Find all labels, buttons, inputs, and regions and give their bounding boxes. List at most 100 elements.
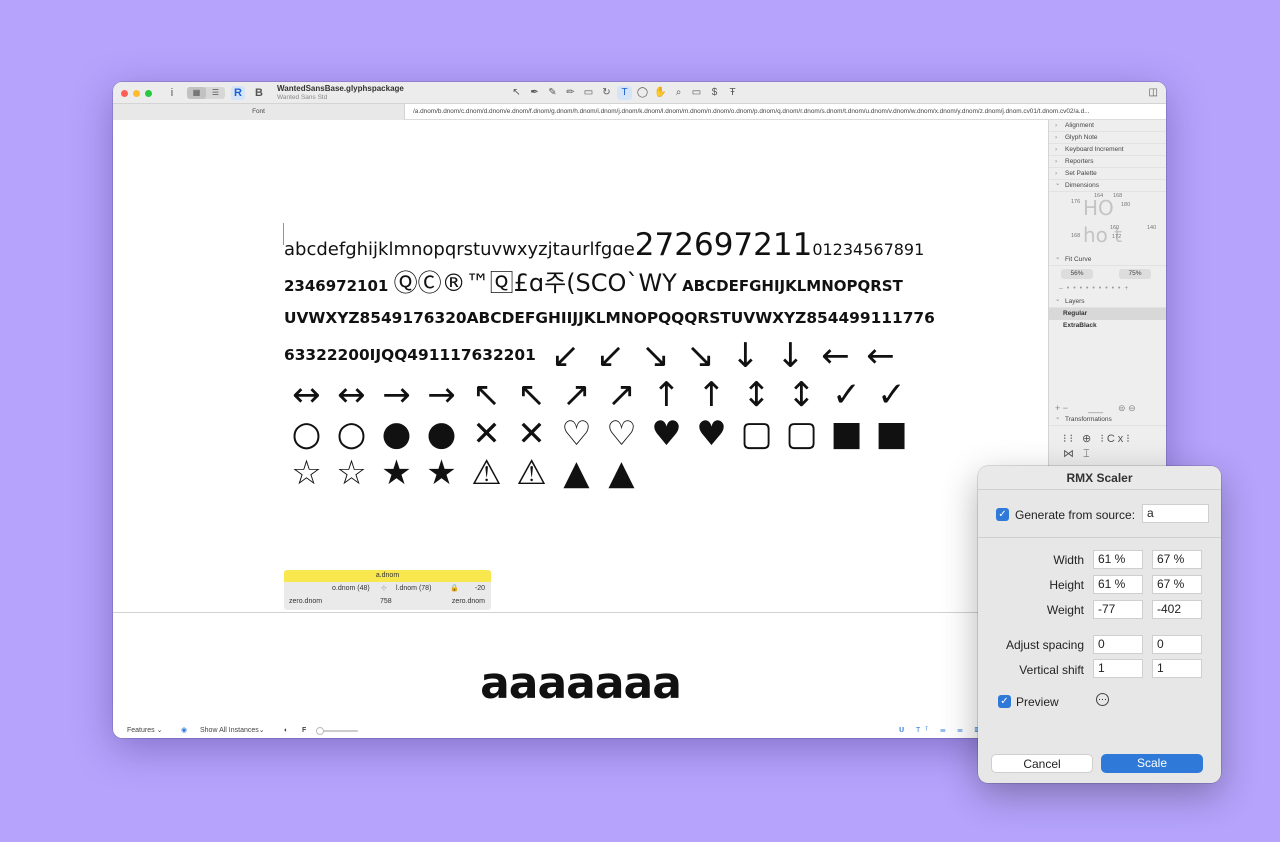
height-value-1[interactable]: 61 %: [1093, 575, 1143, 594]
fit-curve-presets[interactable]: – • • • • • • • • • +: [1059, 285, 1159, 292]
left-metrics-key[interactable]: zero.dnom: [289, 595, 322, 608]
spacing-value-1[interactable]: 0: [1093, 635, 1143, 654]
right-kerning[interactable]: l.dnom (78): [396, 582, 431, 595]
dim-value[interactable]: 180: [1121, 202, 1130, 208]
dim-value[interactable]: 160: [1110, 225, 1119, 231]
fit-high-value[interactable]: 75%: [1119, 269, 1151, 279]
arrow-down-left-icon: ↙: [551, 336, 580, 376]
preview-divider[interactable]: [113, 612, 1048, 613]
tab-edit-text[interactable]: /a.dnom/b.dnom/c.dnom/d.dnom/e.dnom/f.dn…: [413, 104, 1158, 120]
lock-icon[interactable]: 🔒: [450, 582, 459, 595]
circle-outline-icon: ○: [291, 414, 322, 454]
dim-value[interactable]: 164: [1094, 193, 1103, 199]
section-transformations[interactable]: Transformations: [1049, 412, 1166, 426]
width-value-2[interactable]: 67 %: [1152, 550, 1202, 569]
arrow-right-icon: →: [427, 375, 456, 415]
zoom-button[interactable]: [145, 90, 152, 97]
draw-tool-icon[interactable]: ✎: [545, 86, 560, 100]
right-metrics-key[interactable]: zero.dnom: [452, 595, 485, 608]
eye-icon[interactable]: ◉: [181, 724, 187, 738]
view-toggle[interactable]: ▦ ☰: [187, 87, 225, 99]
left-kerning[interactable]: o.dnom (48): [332, 582, 370, 595]
shift-value-1[interactable]: 1: [1093, 659, 1143, 678]
glyph-name[interactable]: a.dnom: [284, 570, 491, 582]
generate-label: Generate from source:: [1015, 508, 1136, 522]
transform-icons[interactable]: ⁝⁝ ⊕ ⁝Cx⁝ ⋈ ⌶: [1063, 432, 1133, 462]
section-keyboard-increment[interactable]: Keyboard Increment: [1049, 144, 1166, 156]
star-outline-icon: ☆: [291, 453, 322, 493]
text-options-icon[interactable]: Ŧ: [725, 86, 740, 100]
bold-master-button[interactable]: B: [252, 86, 266, 100]
close-button[interactable]: [121, 90, 128, 97]
dim-value[interactable]: 140: [1147, 225, 1156, 231]
list-view-icon[interactable]: ☰: [206, 87, 225, 99]
rectangle-tool-icon[interactable]: ▭: [581, 86, 596, 100]
dim-value[interactable]: 168: [1113, 193, 1122, 199]
bottom-bar: Features ⌄ ◉ Show All Instances⌄ ◐ F 𝐔 T…: [113, 724, 1048, 738]
arrow-down-icon: ↓: [776, 336, 805, 376]
rotate-tool-icon[interactable]: ↻: [599, 86, 614, 100]
glyph-width[interactable]: 758: [380, 595, 392, 608]
minimize-button[interactable]: [133, 90, 140, 97]
kerning-tool-icon[interactable]: $: [707, 86, 722, 100]
kerning-value[interactable]: -20: [475, 582, 485, 595]
scale-button[interactable]: Scale: [1101, 754, 1203, 773]
pencil-tool-icon[interactable]: ✏: [563, 86, 578, 100]
zoom-tool-icon[interactable]: ⌕: [671, 86, 686, 100]
shift-value-2[interactable]: 1: [1152, 659, 1202, 678]
dim-value[interactable]: 168: [1071, 233, 1080, 239]
text-line-2: 2346972101 ⓆⒸ®™🅀£ɑ주(SCOˋWY ABCDEFGHIJKLM…: [284, 269, 903, 300]
figures-text-2: 2346972101: [284, 277, 389, 295]
fit-low-value[interactable]: 56%: [1061, 269, 1093, 279]
edit-canvas[interactable]: abcdefghijklmnopqrstuvwxyzjtaurlfgɑe2726…: [113, 120, 1048, 724]
layer-regular[interactable]: Regular: [1049, 308, 1166, 320]
weight-value-2[interactable]: -402: [1152, 600, 1202, 619]
features-menu[interactable]: Features ⌄: [127, 724, 162, 738]
tab-font[interactable]: Font: [113, 104, 405, 120]
preview-checkbox[interactable]: ✓: [998, 695, 1011, 708]
width-value-1[interactable]: 61 %: [1093, 550, 1143, 569]
cancel-button[interactable]: Cancel: [991, 754, 1093, 773]
uppercase-text: ABCDEFGHIJKLMNOPQRST: [682, 277, 903, 295]
select-tool-icon[interactable]: ↖: [509, 86, 524, 100]
grid-view-icon[interactable]: ▦: [187, 87, 206, 99]
hand-tool-icon[interactable]: ✋: [653, 86, 668, 100]
measure-tool-icon[interactable]: ▭: [689, 86, 704, 100]
document-name: WantedSansBase.glyphspackage: [277, 84, 404, 93]
arrow-left-icon: ←: [866, 336, 895, 376]
arrow-up-right-icon: ↗: [562, 375, 591, 415]
source-input[interactable]: a: [1142, 504, 1209, 523]
height-value-2[interactable]: 67 %: [1152, 575, 1202, 594]
text-direction-icons[interactable]: 𝐔 Tᵀ ☰ ☰ ▥: [899, 724, 985, 738]
square-filled-icon: ■: [875, 414, 908, 454]
text-tool-icon[interactable]: T: [617, 86, 632, 100]
pen-tool-icon[interactable]: ✒: [527, 86, 542, 100]
spacing-value-2[interactable]: 0: [1152, 635, 1202, 654]
section-glyph-note[interactable]: Glyph Note: [1049, 132, 1166, 144]
star-filled-icon: ★: [426, 453, 457, 493]
contrast-icon[interactable]: ◐: [284, 724, 288, 738]
annotation-tool-icon[interactable]: ◯: [635, 86, 650, 100]
arrow-down-right-icon: ↘: [641, 336, 670, 376]
dim-value[interactable]: 172: [1112, 234, 1121, 240]
section-set-palette[interactable]: Set Palette: [1049, 168, 1166, 180]
layer-controls[interactable]: + − ___ ⊜ ⊖: [1055, 403, 1163, 414]
section-layers[interactable]: Layers: [1049, 294, 1166, 308]
dim-value[interactable]: 176: [1071, 199, 1080, 205]
star-warning-row: ☆ ☆ ★ ★ ⚠ ⚠ ▲ ▲: [284, 454, 644, 492]
section-reporters[interactable]: Reporters: [1049, 156, 1166, 168]
heart-outline-icon: ♡: [606, 414, 637, 454]
slider-thumb[interactable]: [316, 727, 324, 735]
sidebar-toggle-icon[interactable]: ◫: [1149, 87, 1158, 98]
section-fit-curve[interactable]: Fit Curve: [1049, 252, 1166, 266]
more-options-icon[interactable]: ⋯: [1096, 693, 1109, 706]
weight-value-1[interactable]: -77: [1093, 600, 1143, 619]
regular-master-button[interactable]: R: [231, 86, 245, 100]
info-icon[interactable]: i: [167, 86, 177, 100]
instances-menu[interactable]: Show All Instances⌄: [200, 724, 265, 738]
generate-checkbox[interactable]: ✓: [996, 508, 1009, 521]
section-alignment[interactable]: Alignment: [1049, 120, 1166, 132]
check-icon: ✓: [877, 375, 906, 415]
layer-extrablack[interactable]: ExtraBlack: [1049, 320, 1166, 332]
section-dimensions[interactable]: Dimensions: [1049, 178, 1166, 192]
